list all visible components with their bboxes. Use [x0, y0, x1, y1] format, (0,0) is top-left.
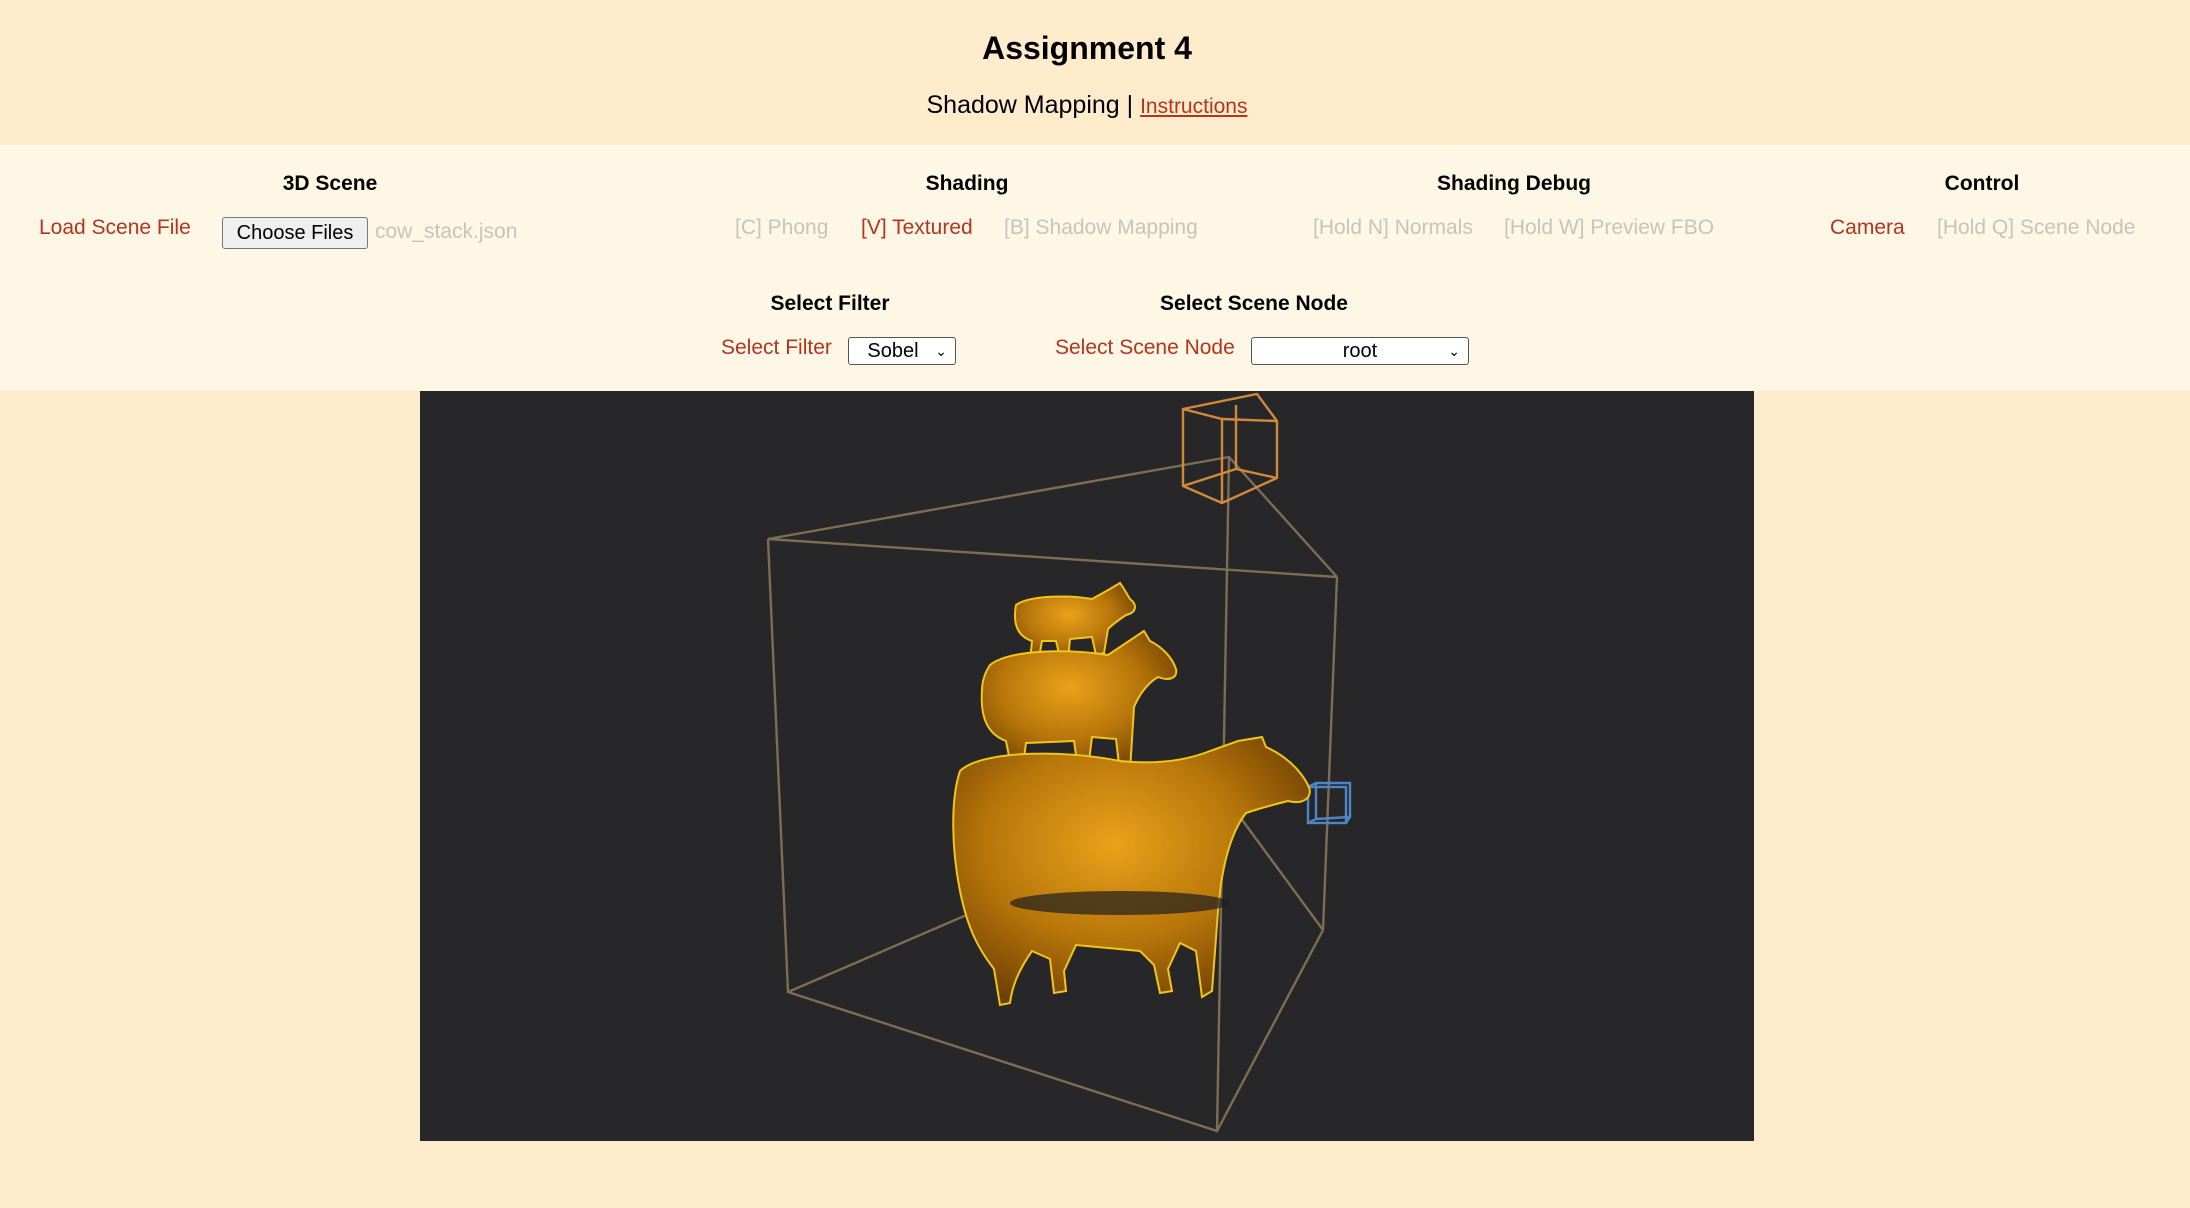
filter-heading: Select Filter: [770, 292, 890, 315]
scene-node-select-value: root: [1342, 340, 1378, 362]
chevron-down-icon: ⌄: [935, 343, 947, 359]
preview-fbo-toggle[interactable]: [Hold W] Preview FBO: [1504, 216, 1714, 240]
scene-file-name: cow_stack.json: [375, 220, 518, 243]
shading-heading: Shading: [925, 172, 1009, 195]
scene-render: [766, 392, 1352, 1133]
phong-toggle[interactable]: [C] Phong: [735, 216, 828, 240]
scene-heading: 3D Scene: [282, 172, 378, 195]
controls-panel: 3D Scene Load Scene File cow_stack.json …: [0, 145, 2190, 391]
shadow-mapping-toggle[interactable]: [B] Shadow Mapping: [1004, 216, 1198, 240]
light-cube-icon: [1181, 392, 1279, 505]
subtitle-text: Shadow Mapping |: [926, 91, 1134, 119]
filter-label: Select Filter: [721, 336, 832, 359]
instructions-link[interactable]: Instructions: [1140, 95, 1247, 118]
cow-bottom: [952, 735, 1311, 1007]
scene-node-label: Select Scene Node: [1055, 336, 1235, 359]
normals-toggle[interactable]: [Hold N] Normals: [1313, 216, 1473, 240]
cow-stack: [952, 581, 1311, 1007]
filter-select[interactable]: Sobel ⌄: [848, 337, 956, 365]
filter-select-value: Sobel: [867, 340, 919, 362]
scene-node-select[interactable]: root ⌄: [1251, 337, 1469, 365]
control-heading: Control: [1944, 172, 2020, 195]
page-header: Assignment 4 Shadow Mapping | Instructio…: [0, 0, 2190, 145]
cow-middle: [980, 629, 1178, 775]
page-title: Assignment 4: [982, 30, 1192, 66]
page-subtitle: Shadow Mapping | Instructions: [0, 91, 2174, 120]
shading-debug-heading: Shading Debug: [1437, 172, 1591, 195]
load-scene-label[interactable]: Load Scene File: [39, 216, 191, 240]
camera-toggle[interactable]: Camera: [1830, 216, 1905, 240]
scene-node-heading: Select Scene Node: [1160, 292, 1348, 315]
textured-toggle[interactable]: [V] Textured: [861, 216, 973, 240]
cow-shadow: [1010, 891, 1230, 915]
render-canvas[interactable]: [420, 391, 1754, 1141]
choose-files-button[interactable]: Choose Files: [222, 217, 368, 249]
chevron-down-icon: ⌄: [1448, 343, 1460, 359]
scene-node-toggle[interactable]: [Hold Q] Scene Node: [1937, 216, 2135, 240]
